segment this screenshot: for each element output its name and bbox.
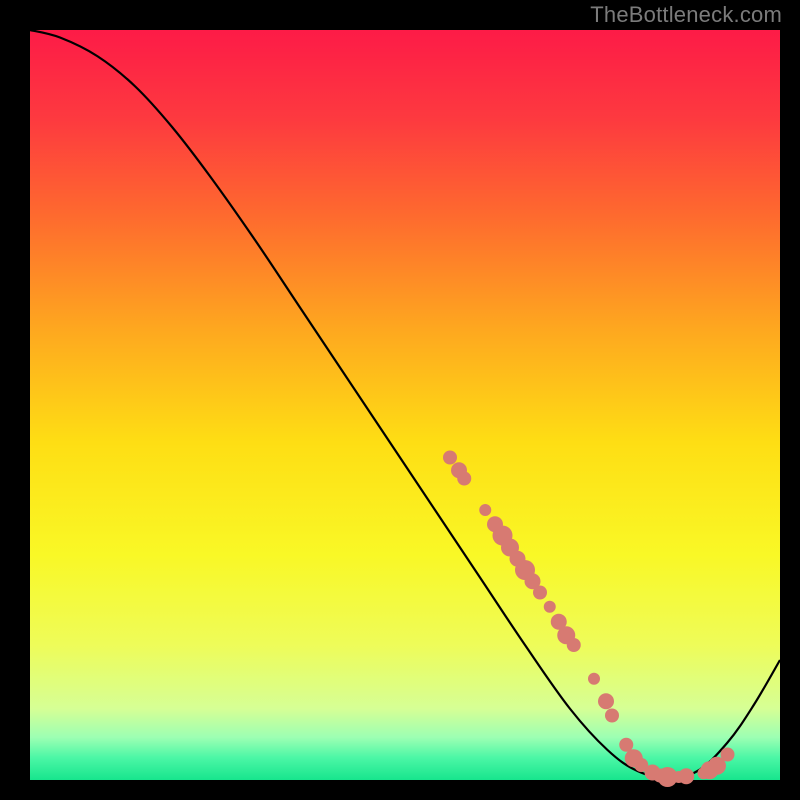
data-marker	[598, 693, 614, 709]
plot-background	[30, 30, 780, 780]
data-marker	[721, 748, 735, 762]
data-marker	[479, 504, 491, 516]
data-marker	[443, 451, 457, 465]
data-marker	[678, 768, 694, 784]
data-marker	[457, 472, 471, 486]
data-marker	[567, 638, 581, 652]
data-marker	[544, 601, 556, 613]
data-marker	[605, 709, 619, 723]
chart-stage: TheBottleneck.com	[0, 0, 800, 800]
chart-svg	[0, 0, 800, 800]
data-marker	[588, 673, 600, 685]
watermark-text: TheBottleneck.com	[590, 2, 782, 28]
data-marker	[533, 586, 547, 600]
